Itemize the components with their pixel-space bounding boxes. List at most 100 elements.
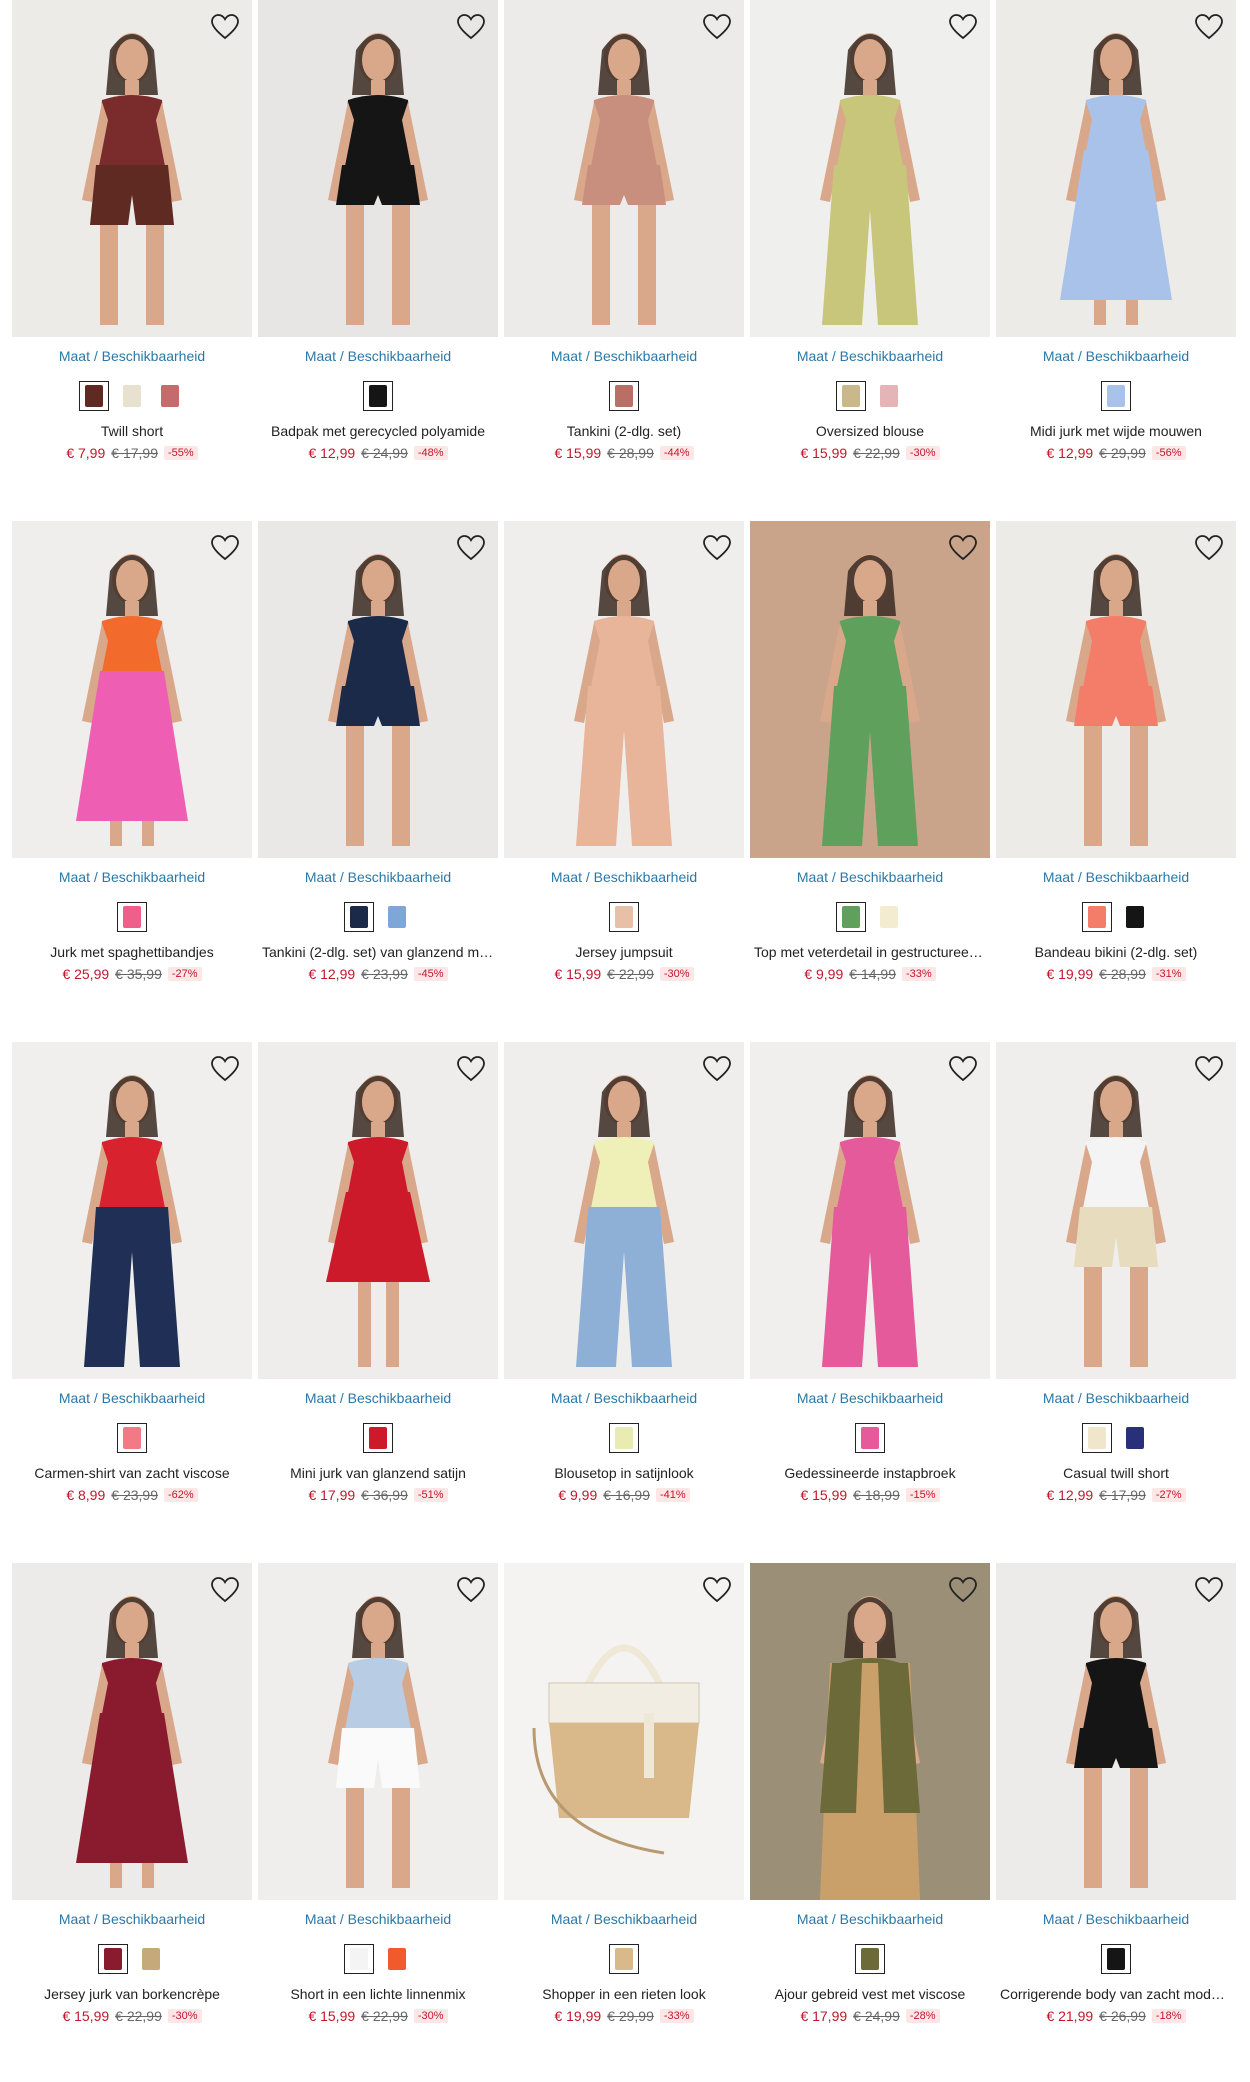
size-availability-link[interactable]: Maat / Beschikbaarheid: [996, 1390, 1236, 1406]
size-availability-link[interactable]: Maat / Beschikbaarheid: [504, 348, 744, 364]
product-image[interactable]: [750, 1042, 990, 1379]
color-swatch[interactable]: [344, 1944, 374, 1974]
size-availability-link[interactable]: Maat / Beschikbaarheid: [12, 1911, 252, 1927]
product-image[interactable]: [996, 1042, 1236, 1379]
product-card[interactable]: Maat / Beschikbaarheid Corrigerende body…: [996, 1563, 1236, 2082]
color-swatch[interactable]: [1101, 1944, 1131, 1974]
wishlist-heart-icon[interactable]: [208, 1052, 242, 1086]
wishlist-heart-icon[interactable]: [946, 531, 980, 565]
wishlist-heart-icon[interactable]: [1192, 531, 1226, 565]
wishlist-heart-icon[interactable]: [700, 10, 734, 44]
wishlist-heart-icon[interactable]: [700, 1573, 734, 1607]
color-swatch[interactable]: [136, 1944, 166, 1974]
color-swatch[interactable]: [382, 1944, 412, 1974]
product-name[interactable]: Ajour gebreid vest met viscose: [754, 1986, 986, 2002]
product-image[interactable]: [750, 0, 990, 337]
color-swatch[interactable]: [363, 381, 393, 411]
color-swatch[interactable]: [609, 381, 639, 411]
color-swatch[interactable]: [1120, 1423, 1150, 1453]
product-name[interactable]: Mini jurk van glanzend satijn: [262, 1465, 494, 1481]
product-name[interactable]: Shopper in een rieten look: [508, 1986, 740, 2002]
product-name[interactable]: Corrigerende body van zacht modal-materi…: [1000, 1986, 1232, 2002]
product-card[interactable]: Maat / Beschikbaarheid Top met veterdeta…: [750, 521, 990, 1042]
product-card[interactable]: Maat / Beschikbaarheid Badpak met gerecy…: [258, 0, 498, 521]
product-image[interactable]: [996, 1563, 1236, 1900]
color-swatch[interactable]: [836, 381, 866, 411]
wishlist-heart-icon[interactable]: [454, 1573, 488, 1607]
color-swatch[interactable]: [1120, 902, 1150, 932]
size-availability-link[interactable]: Maat / Beschikbaarheid: [750, 869, 990, 885]
size-availability-link[interactable]: Maat / Beschikbaarheid: [996, 1911, 1236, 1927]
product-card[interactable]: Maat / Beschikbaarheid Bandeau bikini (2…: [996, 521, 1236, 1042]
product-image[interactable]: [504, 1042, 744, 1379]
product-name[interactable]: Casual twill short: [1000, 1465, 1232, 1481]
product-image[interactable]: [504, 0, 744, 337]
wishlist-heart-icon[interactable]: [1192, 1573, 1226, 1607]
product-image[interactable]: [12, 521, 252, 858]
wishlist-heart-icon[interactable]: [208, 1573, 242, 1607]
product-name[interactable]: Carmen-shirt van zacht viscose: [16, 1465, 248, 1481]
size-availability-link[interactable]: Maat / Beschikbaarheid: [12, 348, 252, 364]
color-swatch[interactable]: [98, 1944, 128, 1974]
product-card[interactable]: Maat / Beschikbaarheid Blousetop in sati…: [504, 1042, 744, 1563]
color-swatch[interactable]: [874, 902, 904, 932]
color-swatch[interactable]: [609, 1423, 639, 1453]
color-swatch[interactable]: [382, 902, 412, 932]
wishlist-heart-icon[interactable]: [700, 531, 734, 565]
wishlist-heart-icon[interactable]: [946, 10, 980, 44]
product-image[interactable]: [12, 1042, 252, 1379]
size-availability-link[interactable]: Maat / Beschikbaarheid: [996, 869, 1236, 885]
product-card[interactable]: Maat / Beschikbaarheid Gedessineerde ins…: [750, 1042, 990, 1563]
product-image[interactable]: [258, 521, 498, 858]
color-swatch[interactable]: [609, 1944, 639, 1974]
wishlist-heart-icon[interactable]: [208, 10, 242, 44]
product-name[interactable]: Short in een lichte linnenmix: [262, 1986, 494, 2002]
product-image[interactable]: [996, 521, 1236, 858]
size-availability-link[interactable]: Maat / Beschikbaarheid: [258, 1911, 498, 1927]
product-name[interactable]: Jurk met spaghettibandjes: [16, 944, 248, 960]
size-availability-link[interactable]: Maat / Beschikbaarheid: [258, 869, 498, 885]
product-card[interactable]: Maat / Beschikbaarheid Shopper in een ri…: [504, 1563, 744, 2082]
size-availability-link[interactable]: Maat / Beschikbaarheid: [12, 869, 252, 885]
size-availability-link[interactable]: Maat / Beschikbaarheid: [504, 869, 744, 885]
product-card[interactable]: Maat / Beschikbaarheid Mini jurk van gla…: [258, 1042, 498, 1563]
color-swatch[interactable]: [117, 381, 147, 411]
size-availability-link[interactable]: Maat / Beschikbaarheid: [750, 348, 990, 364]
product-card[interactable]: Maat / Beschikbaarheid Tankini (2-dlg. s…: [504, 0, 744, 521]
color-swatch[interactable]: [117, 902, 147, 932]
wishlist-heart-icon[interactable]: [454, 1052, 488, 1086]
product-name[interactable]: Jersey jurk van borkencrèpe: [16, 1986, 248, 2002]
wishlist-heart-icon[interactable]: [1192, 10, 1226, 44]
color-swatch[interactable]: [1101, 381, 1131, 411]
color-swatch[interactable]: [836, 902, 866, 932]
color-swatch[interactable]: [1082, 1423, 1112, 1453]
size-availability-link[interactable]: Maat / Beschikbaarheid: [258, 1390, 498, 1406]
product-card[interactable]: Maat / Beschikbaarheid Casual twill shor…: [996, 1042, 1236, 1563]
size-availability-link[interactable]: Maat / Beschikbaarheid: [750, 1911, 990, 1927]
product-image[interactable]: [258, 1042, 498, 1379]
color-swatch[interactable]: [874, 381, 904, 411]
product-name[interactable]: Bandeau bikini (2-dlg. set): [1000, 944, 1232, 960]
size-availability-link[interactable]: Maat / Beschikbaarheid: [504, 1911, 744, 1927]
product-name[interactable]: Oversized blouse: [754, 423, 986, 439]
product-image[interactable]: [996, 0, 1236, 337]
product-card[interactable]: Maat / Beschikbaarheid Midi jurk met wij…: [996, 0, 1236, 521]
product-card[interactable]: Maat / Beschikbaarheid Carmen-shirt van …: [12, 1042, 252, 1563]
size-availability-link[interactable]: Maat / Beschikbaarheid: [996, 348, 1236, 364]
product-card[interactable]: Maat / Beschikbaarheid Jersey jumpsuit €…: [504, 521, 744, 1042]
product-name[interactable]: Twill short: [16, 423, 248, 439]
product-name[interactable]: Midi jurk met wijde mouwen: [1000, 423, 1232, 439]
wishlist-heart-icon[interactable]: [1192, 1052, 1226, 1086]
product-image[interactable]: [750, 1563, 990, 1900]
product-card[interactable]: Maat / Beschikbaarheid Twill short € 7,9…: [12, 0, 252, 521]
product-card[interactable]: Maat / Beschikbaarheid Oversized blouse …: [750, 0, 990, 521]
color-swatch[interactable]: [344, 902, 374, 932]
color-swatch[interactable]: [117, 1423, 147, 1453]
wishlist-heart-icon[interactable]: [946, 1573, 980, 1607]
color-swatch[interactable]: [79, 381, 109, 411]
product-card[interactable]: Maat / Beschikbaarheid Ajour gebreid ves…: [750, 1563, 990, 2082]
product-card[interactable]: Maat / Beschikbaarheid Short in een lich…: [258, 1563, 498, 2082]
product-name[interactable]: Jersey jumpsuit: [508, 944, 740, 960]
color-swatch[interactable]: [855, 1944, 885, 1974]
wishlist-heart-icon[interactable]: [454, 10, 488, 44]
